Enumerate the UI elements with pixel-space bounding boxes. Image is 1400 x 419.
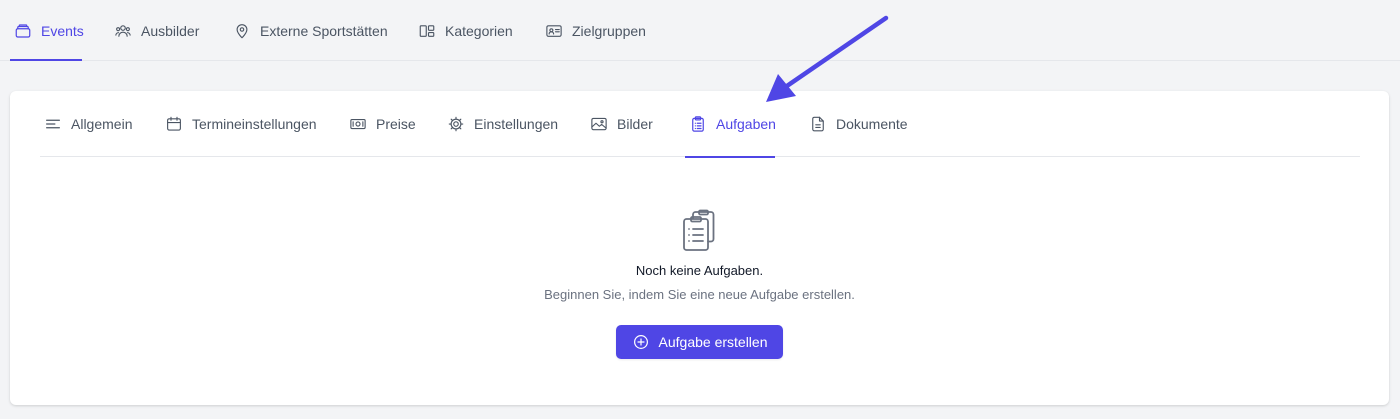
tab-label: Bilder [617, 116, 653, 132]
tab-label: Termineinstellungen [192, 116, 317, 132]
empty-state-subtitle: Beginnen Sie, indem Sie eine neue Aufgab… [544, 287, 855, 302]
tab-label: Dokumente [836, 116, 908, 132]
top-tab-zielgruppen[interactable]: Zielgruppen [545, 0, 646, 61]
id-card-icon [545, 22, 563, 40]
top-tab-label: Kategorien [445, 22, 513, 39]
map-pin-icon [233, 22, 251, 40]
inbox-stack-icon [14, 22, 32, 40]
tab-preise[interactable]: Preise [349, 91, 416, 157]
top-tab-label: Externe Sportstätten [260, 22, 388, 39]
image-icon [590, 115, 608, 133]
top-tab-ausbilder[interactable]: Ausbilder [114, 0, 199, 61]
top-tab-label: Zielgruppen [572, 22, 646, 39]
tab-label: Aufgaben [716, 116, 776, 132]
tab-einstellungen[interactable]: Einstellungen [447, 91, 558, 157]
calendar-icon [165, 115, 183, 133]
empty-state: Noch keine Aufgaben. Beginnen Sie, indem… [10, 209, 1389, 359]
top-tab-label: Events [41, 22, 84, 39]
top-navigation: Events Ausbilder Externe Sportstätten Ka… [0, 0, 1400, 61]
event-tabs: Allgemein Termineinstellungen Preise Ein… [40, 91, 1360, 158]
clipboard-list-icon [689, 115, 707, 133]
top-tab-kategorien[interactable]: Kategorien [418, 0, 513, 61]
clipboard-list-icon [682, 209, 714, 251]
cog-icon [447, 115, 465, 133]
top-tab-externe-sportstaetten[interactable]: Externe Sportstätten [233, 0, 388, 61]
create-task-button[interactable]: Aufgabe erstellen [615, 325, 784, 359]
categories-icon [418, 22, 436, 40]
document-icon [809, 115, 827, 133]
tab-bilder[interactable]: Bilder [590, 91, 653, 157]
tab-termineinstellungen[interactable]: Termineinstellungen [165, 91, 317, 157]
menu-lines-icon [44, 115, 62, 133]
banknote-icon [349, 115, 367, 133]
create-task-button-label: Aufgabe erstellen [658, 334, 768, 350]
tab-allgemein[interactable]: Allgemein [44, 91, 132, 157]
users-icon [114, 22, 132, 40]
plus-circle-icon [632, 333, 650, 351]
top-tab-events[interactable]: Events [10, 0, 84, 61]
event-card: Allgemein Termineinstellungen Preise Ein… [10, 91, 1389, 405]
tab-label: Preise [376, 116, 416, 132]
tab-label: Allgemein [71, 116, 133, 132]
tab-label: Einstellungen [474, 116, 559, 132]
annotation-arrow [766, 15, 889, 102]
empty-state-title: Noch keine Aufgaben. [635, 263, 764, 278]
top-tab-label: Ausbilder [141, 22, 200, 39]
